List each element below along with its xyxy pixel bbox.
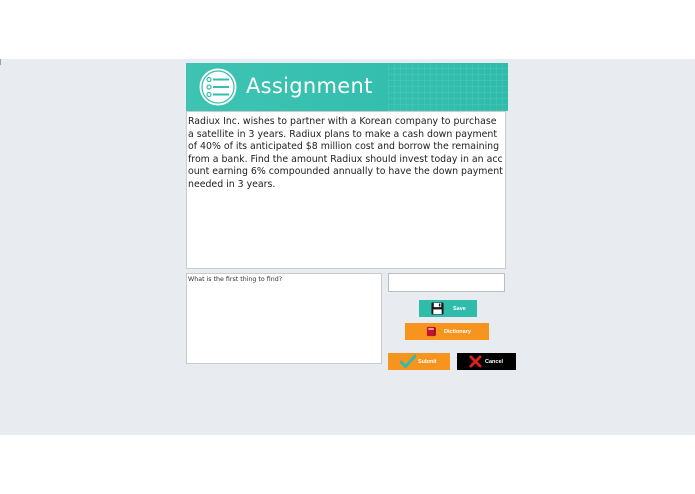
close-icon [469, 355, 482, 368]
checklist-icon [199, 68, 237, 106]
assignment-header: Assignment [186, 63, 508, 111]
dictionary-button[interactable]: Dictionary [405, 323, 489, 340]
answer-textarea[interactable]: What is the first thing to find? [186, 273, 382, 364]
book-icon [426, 326, 436, 337]
dictionary-label: Dictionary [444, 328, 471, 335]
save-label: Save [453, 305, 466, 312]
header-pattern [388, 63, 508, 111]
problem-text: Radiux Inc. wishes to partner with a Kor… [186, 111, 506, 269]
floppy-disk-icon [431, 302, 444, 315]
answer-prompt: What is the first thing to find? [188, 276, 283, 283]
cancel-label: Cancel [485, 358, 504, 365]
answer-input[interactable] [388, 273, 505, 292]
page-title: Assignment [246, 74, 373, 98]
submit-label: Submit [418, 358, 437, 365]
app-stage: Assignment Radiux Inc. wishes to partner… [0, 59, 695, 435]
submit-button[interactable]: Submit [388, 353, 450, 370]
checkmark-icon [400, 354, 416, 368]
scroll-marker [0, 59, 1, 65]
cancel-button[interactable]: Cancel [457, 353, 516, 370]
save-button[interactable]: Save [419, 300, 477, 317]
